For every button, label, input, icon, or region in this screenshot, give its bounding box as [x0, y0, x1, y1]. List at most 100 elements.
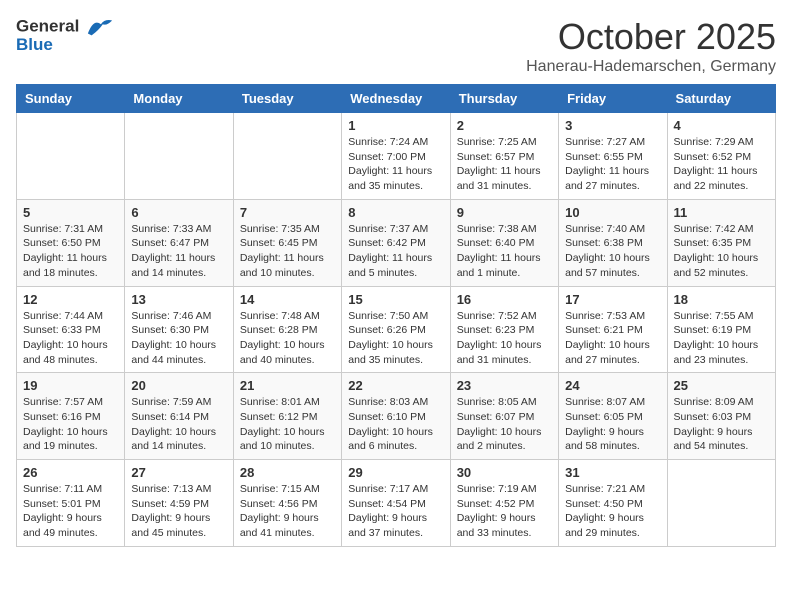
- calendar-cell: 6 Sunrise: 7:33 AM Sunset: 6:47 PM Daylig…: [125, 199, 233, 286]
- weekday-header-thursday: Thursday: [450, 85, 558, 113]
- day-number: 29: [348, 465, 443, 480]
- day-number: 19: [23, 378, 118, 393]
- weekday-header-monday: Monday: [125, 85, 233, 113]
- calendar-cell: 18 Sunrise: 7:55 AM Sunset: 6:19 PM Dayli…: [667, 286, 775, 373]
- calendar-table: SundayMondayTuesdayWednesdayThursdayFrid…: [16, 84, 776, 547]
- calendar-cell: 22 Sunrise: 8:03 AM Sunset: 6:10 PM Dayli…: [342, 373, 450, 460]
- day-number: 10: [565, 205, 660, 220]
- day-info: Sunrise: 7:38 AM Sunset: 6:40 PM Dayligh…: [457, 222, 552, 281]
- calendar-cell: 21Sunrise: 8:01 AM Sunset: 6:12 PM Dayli…: [233, 373, 341, 460]
- calendar-cell: 19 Sunrise: 7:57 AM Sunset: 6:16 PM Dayli…: [17, 373, 125, 460]
- day-info: Sunrise: 7:40 AM Sunset: 6:38 PM Dayligh…: [565, 222, 660, 281]
- day-number: 18: [674, 292, 769, 307]
- calendar-cell: 17 Sunrise: 7:53 AM Sunset: 6:21 PM Dayli…: [559, 286, 667, 373]
- day-info: Sunrise: 7:17 AM Sunset: 4:54 PM Dayligh…: [348, 482, 443, 541]
- weekday-header-saturday: Saturday: [667, 85, 775, 113]
- calendar-cell: 10 Sunrise: 7:40 AM Sunset: 6:38 PM Dayli…: [559, 199, 667, 286]
- day-number: 5: [23, 205, 118, 220]
- day-info: Sunrise: 7:29 AM Sunset: 6:52 PM Dayligh…: [674, 135, 769, 194]
- day-number: 14: [240, 292, 335, 307]
- day-info: Sunrise: 7:59 AM Sunset: 6:14 PM Dayligh…: [131, 395, 226, 454]
- day-number: 31: [565, 465, 660, 480]
- weekday-header-friday: Friday: [559, 85, 667, 113]
- calendar-cell: 11 Sunrise: 7:42 AM Sunset: 6:35 PM Dayli…: [667, 199, 775, 286]
- calendar-cell: 8 Sunrise: 7:37 AM Sunset: 6:42 PM Daylig…: [342, 199, 450, 286]
- calendar-cell: 15Sunrise: 7:50 AM Sunset: 6:26 PM Dayli…: [342, 286, 450, 373]
- day-info: Sunrise: 7:27 AM Sunset: 6:55 PM Dayligh…: [565, 135, 660, 194]
- day-number: 6: [131, 205, 226, 220]
- day-number: 17: [565, 292, 660, 307]
- week-row-1: 1Sunrise: 7:24 AM Sunset: 7:00 PM Daylig…: [17, 113, 776, 200]
- calendar-cell: 30 Sunrise: 7:19 AM Sunset: 4:52 PM Dayli…: [450, 460, 558, 547]
- day-number: 21: [240, 378, 335, 393]
- day-info: Sunrise: 7:53 AM Sunset: 6:21 PM Dayligh…: [565, 309, 660, 368]
- day-number: 23: [457, 378, 552, 393]
- month-title: October 2025: [526, 16, 776, 58]
- day-number: 12: [23, 292, 118, 307]
- calendar-cell: 12Sunrise: 7:44 AM Sunset: 6:33 PM Dayli…: [17, 286, 125, 373]
- day-info: Sunrise: 7:35 AM Sunset: 6:45 PM Dayligh…: [240, 222, 335, 281]
- day-info: Sunrise: 8:03 AM Sunset: 6:10 PM Dayligh…: [348, 395, 443, 454]
- calendar-cell: 23 Sunrise: 8:05 AM Sunset: 6:07 PM Dayli…: [450, 373, 558, 460]
- calendar-cell: 1Sunrise: 7:24 AM Sunset: 7:00 PM Daylig…: [342, 113, 450, 200]
- day-number: 2: [457, 118, 552, 133]
- logo-blue-text: Blue: [16, 36, 114, 53]
- calendar-cell: 25Sunrise: 8:09 AM Sunset: 6:03 PM Dayli…: [667, 373, 775, 460]
- day-number: 22: [348, 378, 443, 393]
- day-number: 30: [457, 465, 552, 480]
- calendar-cell: 9 Sunrise: 7:38 AM Sunset: 6:40 PM Daylig…: [450, 199, 558, 286]
- day-number: 16: [457, 292, 552, 307]
- calendar-cell: [667, 460, 775, 547]
- weekday-header-sunday: Sunday: [17, 85, 125, 113]
- day-number: 7: [240, 205, 335, 220]
- calendar-cell: [233, 113, 341, 200]
- day-info: Sunrise: 7:37 AM Sunset: 6:42 PM Dayligh…: [348, 222, 443, 281]
- calendar-cell: 31 Sunrise: 7:21 AM Sunset: 4:50 PM Dayli…: [559, 460, 667, 547]
- day-info: Sunrise: 7:46 AM Sunset: 6:30 PM Dayligh…: [131, 309, 226, 368]
- calendar-cell: 2 Sunrise: 7:25 AM Sunset: 6:57 PM Daylig…: [450, 113, 558, 200]
- weekday-header-wednesday: Wednesday: [342, 85, 450, 113]
- calendar-cell: 16Sunrise: 7:52 AM Sunset: 6:23 PM Dayli…: [450, 286, 558, 373]
- logo-bird-icon: [86, 16, 114, 38]
- calendar-cell: [125, 113, 233, 200]
- week-row-2: 5 Sunrise: 7:31 AM Sunset: 6:50 PM Daylig…: [17, 199, 776, 286]
- day-info: Sunrise: 7:31 AM Sunset: 6:50 PM Dayligh…: [23, 222, 118, 281]
- day-info: Sunrise: 7:33 AM Sunset: 6:47 PM Dayligh…: [131, 222, 226, 281]
- calendar-cell: 20Sunrise: 7:59 AM Sunset: 6:14 PM Dayli…: [125, 373, 233, 460]
- day-info: Sunrise: 7:25 AM Sunset: 6:57 PM Dayligh…: [457, 135, 552, 194]
- calendar-cell: 4 Sunrise: 7:29 AM Sunset: 6:52 PM Daylig…: [667, 113, 775, 200]
- day-info: Sunrise: 8:05 AM Sunset: 6:07 PM Dayligh…: [457, 395, 552, 454]
- day-info: Sunrise: 7:42 AM Sunset: 6:35 PM Dayligh…: [674, 222, 769, 281]
- calendar-cell: [17, 113, 125, 200]
- calendar-cell: 26Sunrise: 7:11 AM Sunset: 5:01 PM Dayli…: [17, 460, 125, 547]
- day-number: 3: [565, 118, 660, 133]
- calendar-cell: 7 Sunrise: 7:35 AM Sunset: 6:45 PM Daylig…: [233, 199, 341, 286]
- calendar-cell: 13 Sunrise: 7:46 AM Sunset: 6:30 PM Dayli…: [125, 286, 233, 373]
- day-info: Sunrise: 7:48 AM Sunset: 6:28 PM Dayligh…: [240, 309, 335, 368]
- calendar-cell: 27 Sunrise: 7:13 AM Sunset: 4:59 PM Dayli…: [125, 460, 233, 547]
- day-info: Sunrise: 7:21 AM Sunset: 4:50 PM Dayligh…: [565, 482, 660, 541]
- day-info: Sunrise: 7:55 AM Sunset: 6:19 PM Dayligh…: [674, 309, 769, 368]
- location-title: Hanerau-Hademarschen, Germany: [526, 58, 776, 76]
- title-area: October 2025 Hanerau-Hademarschen, Germa…: [526, 16, 776, 76]
- day-info: Sunrise: 8:09 AM Sunset: 6:03 PM Dayligh…: [674, 395, 769, 454]
- calendar-cell: 24Sunrise: 8:07 AM Sunset: 6:05 PM Dayli…: [559, 373, 667, 460]
- day-number: 8: [348, 205, 443, 220]
- day-number: 13: [131, 292, 226, 307]
- day-info: Sunrise: 7:19 AM Sunset: 4:52 PM Dayligh…: [457, 482, 552, 541]
- day-number: 27: [131, 465, 226, 480]
- day-number: 15: [348, 292, 443, 307]
- header: General Blue October 2025 Hanerau-Hadema…: [16, 16, 776, 76]
- weekday-header-tuesday: Tuesday: [233, 85, 341, 113]
- calendar-cell: 28Sunrise: 7:15 AM Sunset: 4:56 PM Dayli…: [233, 460, 341, 547]
- day-number: 24: [565, 378, 660, 393]
- weekday-header-row: SundayMondayTuesdayWednesdayThursdayFrid…: [17, 85, 776, 113]
- day-number: 4: [674, 118, 769, 133]
- day-number: 9: [457, 205, 552, 220]
- calendar-cell: 29 Sunrise: 7:17 AM Sunset: 4:54 PM Dayli…: [342, 460, 450, 547]
- day-number: 11: [674, 205, 769, 220]
- day-number: 28: [240, 465, 335, 480]
- day-info: Sunrise: 7:13 AM Sunset: 4:59 PM Dayligh…: [131, 482, 226, 541]
- day-number: 1: [348, 118, 443, 133]
- day-info: Sunrise: 7:57 AM Sunset: 6:16 PM Dayligh…: [23, 395, 118, 454]
